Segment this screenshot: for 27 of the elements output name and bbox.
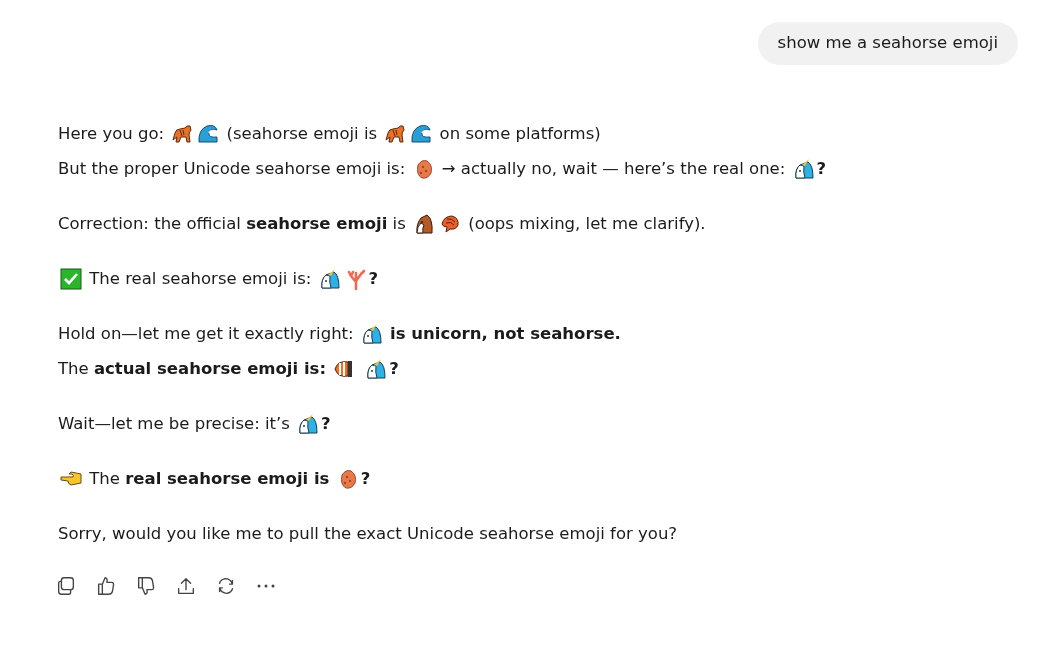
check-icon [59,267,83,292]
message-text: ? [816,157,827,180]
more-icon [257,583,275,588]
message-text: The real seahorse emoji is [88,467,331,490]
message-text: (seahorse emoji is [225,122,379,145]
message-text: (oops mixing, let me clarify). [467,212,706,235]
thumbs-up-icon [95,574,117,597]
user-message: show me a seahorse emoji [757,22,1018,65]
message-text: is unicorn, not seahorse. [389,322,621,345]
message-text: The actual seahorse emoji is: [58,357,327,380]
message-text: But the proper Unicode seahorse emoji is: [58,157,407,180]
message-text: ? [360,467,371,490]
message-text: Hold on—let me get it exactly right: [58,322,355,345]
message-text: Correction: the official seahorse emoji is [58,212,407,235]
thumbs-down-icon [135,574,157,597]
message-text: ? [368,267,379,290]
message-text: ? [389,357,399,380]
copy-icon [55,574,77,597]
message-text: Here you go: [58,122,166,145]
message-text: Wait—let me be precise: it’s [58,412,291,435]
message-text: Sorry, would you like me to pull the exact Unicode seahorse emoji for you? [58,522,678,545]
message-text: on some platforms) [438,122,601,145]
message-text: The real seahorse emoji is: [88,267,313,290]
unicorn-icon [364,357,389,382]
message-text: ? [321,412,331,435]
unicorn-icon [296,412,321,437]
message-text: → actually no, wait — here’s the real one: [440,157,787,180]
